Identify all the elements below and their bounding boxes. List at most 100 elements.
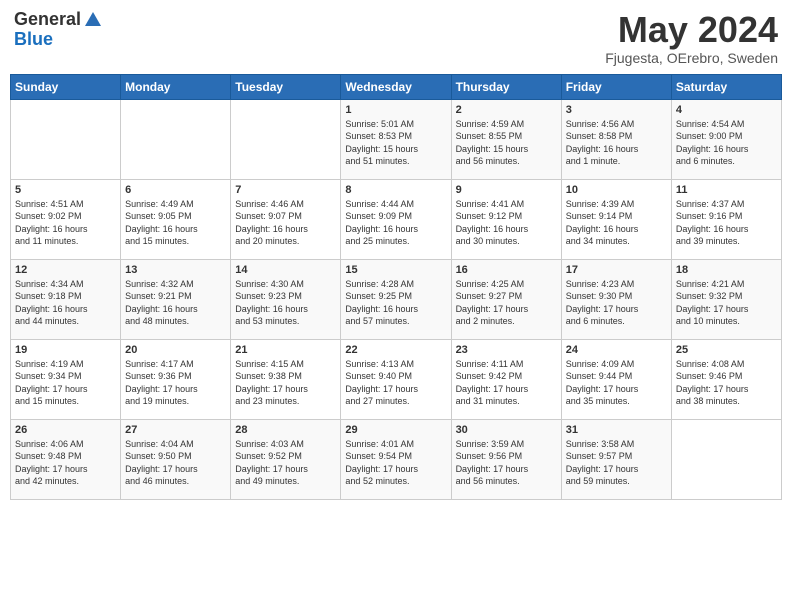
- day-content: Sunrise: 4:19 AMSunset: 9:34 PMDaylight:…: [15, 358, 116, 408]
- day-content: Sunrise: 4:25 AMSunset: 9:27 PMDaylight:…: [456, 278, 557, 328]
- calendar-cell: 3Sunrise: 4:56 AMSunset: 8:58 PMDaylight…: [561, 99, 671, 179]
- day-number: 29: [345, 424, 446, 436]
- calendar-cell: 26Sunrise: 4:06 AMSunset: 9:48 PMDayligh…: [11, 419, 121, 499]
- day-number: 31: [566, 424, 667, 436]
- day-content: Sunrise: 5:01 AMSunset: 8:53 PMDaylight:…: [345, 118, 446, 168]
- calendar-week-5: 26Sunrise: 4:06 AMSunset: 9:48 PMDayligh…: [11, 419, 782, 499]
- location-subtitle: Fjugesta, OErebro, Sweden: [605, 50, 778, 66]
- day-content: Sunrise: 4:04 AMSunset: 9:50 PMDaylight:…: [125, 438, 226, 488]
- calendar-cell: 21 Sunrise: 4:15 AMSunset: 9:38 PMDayligh…: [231, 339, 341, 419]
- calendar-cell: 10Sunrise: 4:39 AMSunset: 9:14 PMDayligh…: [561, 179, 671, 259]
- day-content: Sunrise: 4:41 AMSunset: 9:12 PMDaylight:…: [456, 198, 557, 248]
- calendar-cell: 7Sunrise: 4:46 AMSunset: 9:07 PMDaylight…: [231, 179, 341, 259]
- day-content: Sunrise: 4:06 AMSunset: 9:48 PMDaylight:…: [15, 438, 116, 488]
- calendar-cell: 30 Sunrise: 3:59 AMSunset: 9:56 PMDayligh…: [451, 419, 561, 499]
- day-content: Sunrise: 4:15 AMSunset: 9:38 PMDaylight:…: [235, 358, 336, 408]
- logo-general: General: [14, 10, 81, 30]
- calendar-cell: [231, 99, 341, 179]
- calendar-cell: 17 Sunrise: 4:23 AMSunset: 9:30 PMDayligh…: [561, 259, 671, 339]
- day-content: Sunrise: 4:34 AMSunset: 9:18 PMDaylight:…: [15, 278, 116, 328]
- calendar-cell: 14Sunrise: 4:30 AMSunset: 9:23 PMDayligh…: [231, 259, 341, 339]
- calendar-cell: 20Sunrise: 4:17 AMSunset: 9:36 PMDayligh…: [121, 339, 231, 419]
- day-content: Sunrise: 4:49 AMSunset: 9:05 PMDaylight:…: [125, 198, 226, 248]
- day-number: 19: [15, 344, 116, 356]
- calendar-header: SundayMondayTuesdayWednesdayThursdayFrid…: [11, 74, 782, 99]
- calendar-cell: 4 Sunrise: 4:54 AMSunset: 9:00 PMDaylight…: [671, 99, 781, 179]
- calendar-cell: 6 Sunrise: 4:49 AMSunset: 9:05 PMDaylight…: [121, 179, 231, 259]
- day-content: Sunrise: 4:23 AMSunset: 9:30 PMDaylight:…: [566, 278, 667, 328]
- calendar-cell: 16Sunrise: 4:25 AMSunset: 9:27 PMDayligh…: [451, 259, 561, 339]
- calendar-week-3: 12 Sunrise: 4:34 AMSunset: 9:18 PMDayligh…: [11, 259, 782, 339]
- calendar-cell: [11, 99, 121, 179]
- day-content: Sunrise: 4:01 AMSunset: 9:54 PMDaylight:…: [345, 438, 446, 488]
- day-content: Sunrise: 4:13 AMSunset: 9:40 PMDaylight:…: [345, 358, 446, 408]
- day-content: Sunrise: 4:17 AMSunset: 9:36 PMDaylight:…: [125, 358, 226, 408]
- day-number: 30: [456, 424, 557, 436]
- day-content: Sunrise: 4:32 AMSunset: 9:21 PMDaylight:…: [125, 278, 226, 328]
- calendar-cell: 12 Sunrise: 4:34 AMSunset: 9:18 PMDayligh…: [11, 259, 121, 339]
- day-number: 13: [125, 264, 226, 276]
- day-number: 15: [345, 264, 446, 276]
- day-content: Sunrise: 4:11 AMSunset: 9:42 PMDaylight:…: [456, 358, 557, 408]
- day-content: Sunrise: 4:59 AMSunset: 8:55 PMDaylight:…: [456, 118, 557, 168]
- calendar-cell: [671, 419, 781, 499]
- weekday-row: SundayMondayTuesdayWednesdayThursdayFrid…: [11, 74, 782, 99]
- day-number: 28: [235, 424, 336, 436]
- day-content: Sunrise: 3:59 AMSunset: 9:56 PMDaylight:…: [456, 438, 557, 488]
- weekday-header-friday: Friday: [561, 74, 671, 99]
- calendar-cell: 24 Sunrise: 4:09 AMSunset: 9:44 PMDayligh…: [561, 339, 671, 419]
- day-number: 6: [125, 184, 226, 196]
- calendar-week-1: 1 Sunrise: 5:01 AMSunset: 8:53 PMDaylight…: [11, 99, 782, 179]
- calendar-cell: 28Sunrise: 4:03 AMSunset: 9:52 PMDayligh…: [231, 419, 341, 499]
- calendar-week-2: 5 Sunrise: 4:51 AMSunset: 9:02 PMDaylight…: [11, 179, 782, 259]
- day-content: Sunrise: 4:09 AMSunset: 9:44 PMDaylight:…: [566, 358, 667, 408]
- calendar-cell: 11Sunrise: 4:37 AMSunset: 9:16 PMDayligh…: [671, 179, 781, 259]
- day-number: 5: [15, 184, 116, 196]
- calendar-cell: 2 Sunrise: 4:59 AMSunset: 8:55 PMDaylight…: [451, 99, 561, 179]
- weekday-header-tuesday: Tuesday: [231, 74, 341, 99]
- day-number: 3: [566, 104, 667, 116]
- weekday-header-sunday: Sunday: [11, 74, 121, 99]
- calendar-cell: 18 Sunrise: 4:21 AMSunset: 9:32 PMDayligh…: [671, 259, 781, 339]
- calendar-cell: [121, 99, 231, 179]
- weekday-header-monday: Monday: [121, 74, 231, 99]
- day-content: Sunrise: 3:58 AMSunset: 9:57 PMDaylight:…: [566, 438, 667, 488]
- day-number: 21: [235, 344, 336, 356]
- day-number: 27: [125, 424, 226, 436]
- day-content: Sunrise: 4:30 AMSunset: 9:23 PMDaylight:…: [235, 278, 336, 328]
- day-content: Sunrise: 4:46 AMSunset: 9:07 PMDaylight:…: [235, 198, 336, 248]
- day-content: Sunrise: 4:08 AMSunset: 9:46 PMDaylight:…: [676, 358, 777, 408]
- calendar-cell: 27 Sunrise: 4:04 AMSunset: 9:50 PMDayligh…: [121, 419, 231, 499]
- day-content: Sunrise: 4:54 AMSunset: 9:00 PMDaylight:…: [676, 118, 777, 168]
- day-number: 2: [456, 104, 557, 116]
- logo-icon: [83, 10, 103, 30]
- day-number: 12: [15, 264, 116, 276]
- calendar-cell: 22 Sunrise: 4:13 AMSunset: 9:40 PMDayligh…: [341, 339, 451, 419]
- day-number: 1: [345, 104, 446, 116]
- day-number: 9: [456, 184, 557, 196]
- calendar-cell: 29 Sunrise: 4:01 AMSunset: 9:54 PMDayligh…: [341, 419, 451, 499]
- day-number: 18: [676, 264, 777, 276]
- day-content: Sunrise: 4:51 AMSunset: 9:02 PMDaylight:…: [15, 198, 116, 248]
- calendar-cell: 25Sunrise: 4:08 AMSunset: 9:46 PMDayligh…: [671, 339, 781, 419]
- logo: General Blue: [14, 10, 103, 50]
- weekday-header-saturday: Saturday: [671, 74, 781, 99]
- day-number: 11: [676, 184, 777, 196]
- day-content: Sunrise: 4:21 AMSunset: 9:32 PMDaylight:…: [676, 278, 777, 328]
- calendar-cell: 31 Sunrise: 3:58 AMSunset: 9:57 PMDayligh…: [561, 419, 671, 499]
- day-number: 8: [345, 184, 446, 196]
- calendar-cell: 1 Sunrise: 5:01 AMSunset: 8:53 PMDaylight…: [341, 99, 451, 179]
- day-number: 23: [456, 344, 557, 356]
- calendar-cell: 8Sunrise: 4:44 AMSunset: 9:09 PMDaylight…: [341, 179, 451, 259]
- day-number: 17: [566, 264, 667, 276]
- month-year-title: May 2024: [605, 10, 778, 50]
- calendar-cell: 23 Sunrise: 4:11 AMSunset: 9:42 PMDayligh…: [451, 339, 561, 419]
- calendar-table: SundayMondayTuesdayWednesdayThursdayFrid…: [10, 74, 782, 500]
- day-content: Sunrise: 4:28 AMSunset: 9:25 PMDaylight:…: [345, 278, 446, 328]
- day-number: 4: [676, 104, 777, 116]
- calendar-cell: 13 Sunrise: 4:32 AMSunset: 9:21 PMDayligh…: [121, 259, 231, 339]
- title-block: May 2024 Fjugesta, OErebro, Sweden: [605, 10, 778, 66]
- day-number: 22: [345, 344, 446, 356]
- page-header: General Blue May 2024 Fjugesta, OErebro,…: [10, 10, 782, 66]
- day-number: 24: [566, 344, 667, 356]
